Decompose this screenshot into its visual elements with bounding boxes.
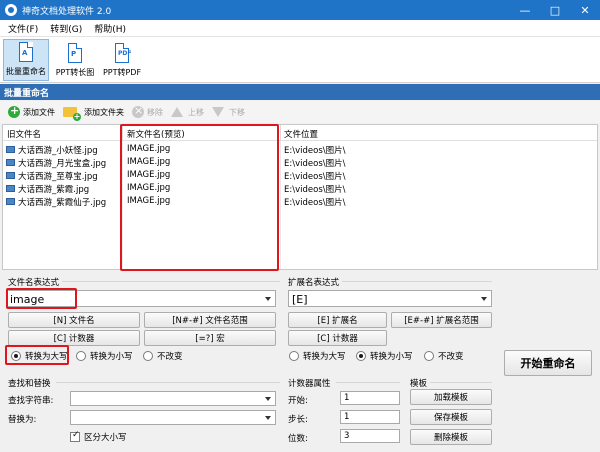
rename-icon: A — [17, 42, 35, 64]
table-header: 旧文件名 新文件名(预览) 文件位置 — [3, 125, 597, 141]
chevron-down-icon[interactable] — [481, 297, 487, 301]
ext-case-upper-radio[interactable]: 转换为大写 — [289, 350, 346, 362]
close-icon[interactable]: ✕ — [570, 0, 600, 20]
counter-step-input[interactable]: 1 — [340, 410, 400, 424]
app-icon — [5, 4, 17, 16]
tool-ppt-to-image[interactable]: P PPT转长图 — [52, 39, 98, 81]
counter-start-input[interactable]: 1 — [340, 391, 400, 405]
file-icon — [6, 146, 15, 153]
case-sensitive-checkbox[interactable]: 区分大小写 — [70, 430, 127, 443]
insert-ext-counter-button[interactable]: [C] 计数器 — [288, 330, 387, 346]
insert-filename-button[interactable]: [N] 文件名 — [8, 312, 140, 328]
template-label: 模板 — [410, 379, 428, 389]
title-bar: 神奇文档处理软件 2.0 — □ ✕ — [0, 0, 600, 20]
file-icon — [6, 159, 15, 166]
arrow-down-icon — [212, 107, 224, 117]
add-file-icon — [8, 104, 20, 118]
load-template-button[interactable]: 加载模板 — [410, 389, 492, 405]
ext-case-lower-radio[interactable]: 转换为小写 — [356, 350, 413, 362]
filename-case-lower-radio[interactable]: 转换为小写 — [76, 350, 133, 362]
window-title: 神奇文档处理软件 2.0 — [22, 6, 112, 17]
counter-digits-label: 位数: — [288, 434, 308, 444]
minimize-icon[interactable]: — — [510, 0, 540, 20]
maximize-icon[interactable]: □ — [540, 0, 570, 20]
pdf-icon: PDF — [113, 43, 131, 65]
insert-macro-button[interactable]: [=?] 宏 — [144, 330, 276, 346]
highlight-new-name-column — [120, 124, 279, 271]
table-row[interactable]: 大话西游_紫霞.jpg IMAGE.jpg E:\videos\图片\ — [3, 182, 597, 195]
find-replace-label: 查找和替换 — [8, 379, 51, 389]
file-icon — [6, 198, 15, 205]
find-string-input[interactable] — [70, 391, 276, 406]
add-folder-icon — [63, 107, 81, 121]
menu-bar: 文件(F) 转到(G) 帮助(H) — [0, 20, 600, 37]
table-row[interactable]: 大话西游_小妖怪.jpg IMAGE.jpg E:\videos\图片\ — [3, 143, 597, 156]
ppt-icon: P — [66, 43, 84, 65]
section-title: 批量重命名 — [0, 84, 600, 100]
insert-ext-button[interactable]: [E] 扩展名 — [288, 312, 387, 328]
find-string-label: 查找字符串: — [8, 396, 54, 406]
remove-button[interactable]: 移除 — [132, 104, 163, 118]
highlight-filename-expr — [6, 288, 77, 309]
toolbar: A 批量重命名 P PPT转长图 PDF PPT转PDF — [0, 37, 600, 83]
file-icon — [6, 185, 15, 192]
chevron-down-icon[interactable] — [265, 297, 271, 301]
chevron-down-icon[interactable] — [265, 397, 271, 401]
counter-digits-input[interactable]: 3 — [340, 429, 400, 443]
action-bar: 添加文件 添加文件夹 移除 上移 下移 — [0, 101, 600, 123]
save-template-button[interactable]: 保存模板 — [410, 409, 492, 425]
insert-ext-range-button[interactable]: [E#-#] 扩展名范围 — [391, 312, 492, 328]
filename-expr-label: 文件名表达式 — [8, 278, 60, 288]
table-row[interactable]: 大话西游_至尊宝.jpg IMAGE.jpg E:\videos\图片\ — [3, 169, 597, 182]
insert-counter-button[interactable]: [C] 计数器 — [8, 330, 140, 346]
menu-goto[interactable]: 转到(G) — [50, 22, 82, 35]
header-location[interactable]: 文件位置 — [284, 128, 318, 140]
start-rename-button[interactable]: 开始重命名 — [504, 350, 592, 376]
chevron-down-icon[interactable] — [265, 416, 271, 420]
move-up-button[interactable]: 上移 — [171, 107, 204, 118]
ext-case-none-radio[interactable]: 不改变 — [424, 350, 464, 362]
table-row[interactable]: 大话西游_紫霞仙子.jpg IMAGE.jpg E:\videos\图片\ — [3, 195, 597, 208]
counter-step-label: 步长: — [288, 415, 308, 425]
move-down-button[interactable]: 下移 — [212, 107, 245, 118]
delete-template-button[interactable]: 删除模板 — [410, 429, 492, 445]
header-old-name[interactable]: 旧文件名 — [7, 128, 41, 140]
file-table[interactable]: 旧文件名 新文件名(预览) 文件位置 大话西游_小妖怪.jpg IMAGE.jp… — [2, 124, 598, 270]
tool-batch-rename[interactable]: A 批量重命名 — [3, 39, 49, 81]
menu-file[interactable]: 文件(F) — [8, 22, 38, 35]
arrow-up-icon — [171, 107, 183, 117]
tool-ppt-to-pdf[interactable]: PDF PPT转PDF — [100, 39, 144, 81]
filename-case-none-radio[interactable]: 不改变 — [143, 350, 183, 362]
table-row[interactable]: 大话西游_月光宝盒.jpg IMAGE.jpg E:\videos\图片\ — [3, 156, 597, 169]
replace-with-label: 替换为: — [8, 415, 37, 425]
replace-with-input[interactable] — [70, 410, 276, 425]
remove-icon — [132, 104, 144, 118]
insert-filename-range-button[interactable]: [N#-#] 文件名范围 — [144, 312, 276, 328]
ext-expr-label: 扩展名表达式 — [288, 278, 340, 288]
add-file-button[interactable]: 添加文件 — [8, 104, 55, 118]
counter-props-label: 计数器属性 — [288, 379, 331, 389]
menu-help[interactable]: 帮助(H) — [94, 22, 126, 35]
counter-start-label: 开始: — [288, 396, 308, 406]
file-icon — [6, 172, 15, 179]
ext-expr-input[interactable]: [E] — [288, 290, 492, 307]
add-folder-button[interactable]: 添加文件夹 — [63, 107, 124, 121]
highlight-upper-radio — [5, 345, 69, 365]
